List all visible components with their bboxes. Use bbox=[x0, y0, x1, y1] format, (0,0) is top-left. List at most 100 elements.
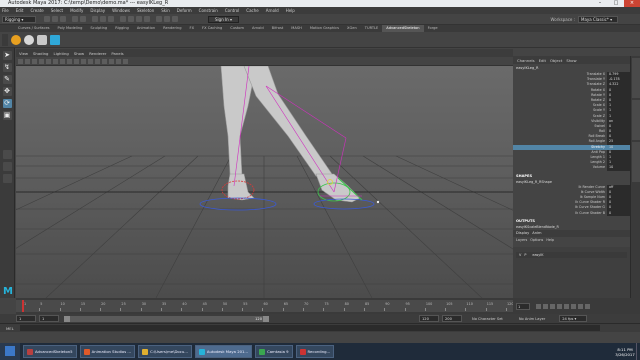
select-component-icon[interactable] bbox=[108, 16, 114, 22]
grid-toggle-icon[interactable] bbox=[39, 58, 44, 64]
menu-constrain[interactable]: Constrain bbox=[199, 8, 218, 13]
lights-icon[interactable] bbox=[81, 58, 86, 64]
range-start-handle[interactable] bbox=[64, 315, 70, 322]
viewport-menu-lighting[interactable]: Lighting bbox=[53, 51, 68, 56]
menu-cache[interactable]: Cache bbox=[246, 8, 258, 13]
menu-skin[interactable]: Skin bbox=[161, 8, 170, 13]
shelf-tab-sculpting[interactable]: Sculpting bbox=[86, 25, 111, 32]
task-recording[interactable]: Recording... bbox=[295, 345, 335, 358]
face-setup-icon[interactable] bbox=[24, 34, 34, 45]
layer-menu-options[interactable]: Options bbox=[530, 237, 543, 243]
select-hierarchy-icon[interactable] bbox=[92, 16, 98, 22]
channel-value[interactable]: 10 bbox=[607, 165, 630, 171]
bookmark-icon[interactable] bbox=[25, 58, 30, 64]
layer-tab-display[interactable]: Display bbox=[516, 230, 529, 237]
character-set-label[interactable]: No Character Set bbox=[472, 317, 503, 321]
shelf-tab-poly-modeling[interactable]: Poly Modeling bbox=[54, 25, 87, 32]
rotate-tool-icon[interactable]: ⟳ bbox=[2, 99, 12, 108]
shelf-tab-curves-surfaces[interactable]: Curves / Surfaces bbox=[14, 25, 54, 32]
textured-icon[interactable] bbox=[74, 58, 79, 64]
four-view-icon[interactable] bbox=[2, 162, 12, 171]
resolution-gate-icon[interactable] bbox=[53, 58, 58, 64]
shelf-tab-arnold[interactable]: Arnold bbox=[248, 25, 268, 32]
open-scene-icon[interactable] bbox=[52, 16, 58, 22]
shelf-tab-motion-graphics[interactable]: Motion Graphics bbox=[306, 25, 343, 32]
shelf-tab-xgen[interactable]: XGen bbox=[343, 25, 361, 32]
menu-edit[interactable]: Edit bbox=[16, 8, 24, 13]
step-forward-key-icon[interactable] bbox=[578, 303, 583, 309]
ambient-occlusion-icon[interactable] bbox=[116, 58, 121, 64]
command-language-label[interactable]: MEL bbox=[6, 326, 14, 331]
layer-name[interactable]: easyIK bbox=[532, 253, 543, 257]
menu-help[interactable]: Help bbox=[286, 8, 295, 13]
perspective-viewport[interactable] bbox=[16, 66, 513, 298]
snap-point-icon[interactable] bbox=[136, 16, 142, 22]
menu-windows[interactable]: Windows bbox=[112, 8, 130, 13]
move-tool-icon[interactable]: ✥ bbox=[2, 87, 12, 96]
maximize-button[interactable]: □ bbox=[608, 0, 624, 7]
viewport-menu-shading[interactable]: Shading bbox=[33, 51, 48, 56]
channel-menu-channels[interactable]: Channels bbox=[517, 58, 535, 63]
sign-in-button[interactable]: Sign In ▾ bbox=[208, 15, 239, 23]
viewport-menu-view[interactable]: View bbox=[19, 51, 28, 56]
play-backward-icon[interactable] bbox=[557, 303, 562, 309]
layer-visibility-toggle[interactable]: V bbox=[519, 253, 521, 257]
attribute-editor-side-tab[interactable] bbox=[632, 100, 640, 140]
channel-name[interactable]: Ik Curve Shader B bbox=[513, 211, 607, 216]
ipr-render-icon[interactable] bbox=[164, 16, 170, 22]
layer-row-easyik[interactable]: V P easyIK bbox=[516, 252, 627, 258]
play-forward-icon[interactable] bbox=[564, 303, 569, 309]
playback-start-field[interactable]: 1 bbox=[39, 315, 59, 322]
playhead[interactable] bbox=[22, 300, 24, 312]
camera-attributes-icon[interactable] bbox=[18, 58, 23, 64]
save-scene-icon[interactable] bbox=[60, 16, 66, 22]
channel-value[interactable]: 0 bbox=[607, 210, 630, 216]
advanced-skeleton-icon[interactable] bbox=[11, 34, 21, 45]
smooth-shade-icon[interactable] bbox=[67, 58, 72, 64]
task-browser[interactable]: Animation Studios ... bbox=[79, 345, 136, 358]
pose-tool-icon[interactable] bbox=[50, 34, 60, 45]
shelf-tab-turtle[interactable]: TURTLE bbox=[361, 25, 383, 32]
layer-tab-anim[interactable]: Anim bbox=[532, 230, 541, 237]
select-object-icon[interactable] bbox=[100, 16, 106, 22]
fps-dropdown[interactable]: 24 fps ▾ bbox=[559, 315, 588, 322]
menu-modify[interactable]: Modify bbox=[70, 8, 83, 13]
snap-curve-icon[interactable] bbox=[128, 16, 134, 22]
render-settings-icon[interactable] bbox=[172, 16, 178, 22]
layer-menu-layers[interactable]: Layers bbox=[516, 237, 527, 243]
menu-skeleton[interactable]: Skeleton bbox=[137, 8, 154, 13]
undo-icon[interactable] bbox=[72, 16, 78, 22]
channel-name[interactable]: Volume bbox=[513, 165, 607, 170]
lasso-tool-icon[interactable]: ↯ bbox=[2, 63, 12, 72]
playback-end-field[interactable]: 120 bbox=[419, 315, 439, 322]
start-time-field[interactable]: 1 bbox=[16, 315, 36, 322]
shelf-tab-fx[interactable]: FX bbox=[186, 25, 199, 32]
current-frame-field[interactable]: 1 bbox=[516, 302, 530, 310]
clock[interactable]: 8:11 PM 3/26/2017 bbox=[614, 347, 636, 357]
shelf-tab-animation[interactable]: Animation bbox=[133, 25, 159, 32]
time-slider[interactable]: 1 5 10 15 20 25 30 35 40 45 50 55 60 65 70 75 80 85 90 95 10… bbox=[16, 298, 513, 314]
film-gate-icon[interactable] bbox=[46, 58, 51, 64]
channel-menu-edit[interactable]: Edit bbox=[539, 58, 546, 63]
step-forward-frame-icon[interactable] bbox=[571, 303, 576, 309]
task-maya[interactable]: Autodesk Maya 201... bbox=[194, 345, 253, 358]
select-tool-icon[interactable]: ➤ bbox=[2, 51, 12, 60]
single-view-icon[interactable] bbox=[2, 150, 12, 159]
output-node-name[interactable]: easyIKScaleBlendNode_R bbox=[513, 224, 630, 230]
shape-channel-row[interactable]: Ik Curve Shader B0 bbox=[513, 210, 630, 216]
go-to-start-icon[interactable] bbox=[536, 303, 541, 309]
step-back-key-icon[interactable] bbox=[543, 303, 548, 309]
step-back-frame-icon[interactable] bbox=[550, 303, 555, 309]
viewport-menu-panels[interactable]: Panels bbox=[111, 51, 123, 56]
snap-grid-icon[interactable] bbox=[120, 16, 126, 22]
menu-deform[interactable]: Deform bbox=[177, 8, 192, 13]
menu-arnold[interactable]: Arnold bbox=[266, 8, 279, 13]
channel-row[interactable]: Volume 10 bbox=[513, 165, 630, 171]
menu-select[interactable]: Select bbox=[51, 8, 63, 13]
range-bar[interactable]: 120 bbox=[64, 315, 269, 322]
redo-icon[interactable] bbox=[80, 16, 86, 22]
go-to-end-icon[interactable] bbox=[585, 303, 590, 309]
end-time-field[interactable]: 200 bbox=[442, 315, 462, 322]
shadows-icon[interactable] bbox=[88, 58, 93, 64]
isolate-select-icon[interactable] bbox=[95, 58, 100, 64]
